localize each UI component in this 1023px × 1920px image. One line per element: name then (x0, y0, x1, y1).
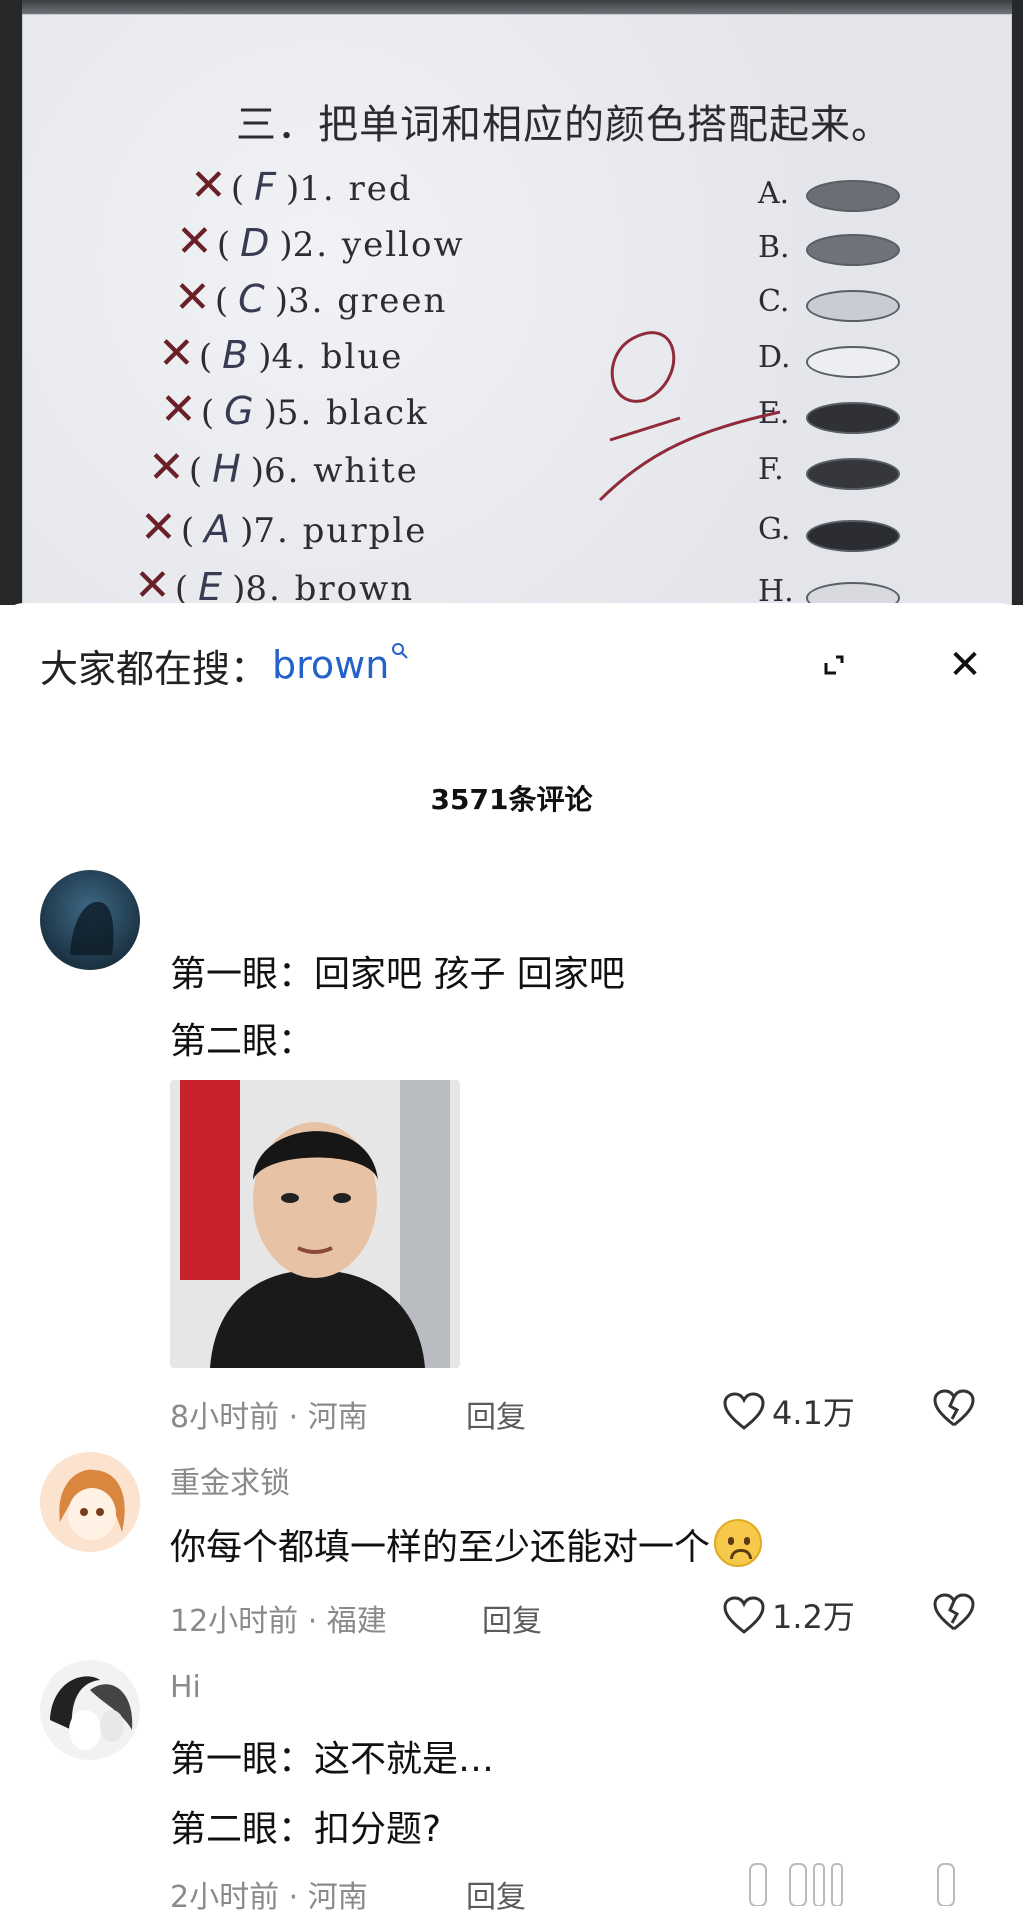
comment-text: 你每个都填一样的至少还能对一个 (170, 1518, 763, 1570)
reply-button[interactable]: 回复 (466, 1392, 526, 1436)
heart-icon (723, 1392, 765, 1430)
worksheet-item: ✕(F)1. red (190, 160, 413, 211)
expand-icon[interactable] (812, 643, 856, 687)
close-icon[interactable]: ✕ (940, 640, 990, 690)
reply-button[interactable]: 回复 (482, 1596, 542, 1640)
item-word: 8. brown (245, 569, 415, 605)
loading-bars-icon (748, 1860, 968, 1910)
like-button[interactable]: 1.2万 (722, 1592, 855, 1638)
comment-text: 第一眼：这不就是… (170, 1739, 495, 1780)
student-answer: H (212, 447, 241, 491)
avatar[interactable] (40, 870, 140, 970)
color-swatch (806, 520, 900, 552)
color-swatch (806, 180, 900, 212)
item-word: 7. purple (253, 511, 428, 551)
heart-icon (723, 1596, 765, 1634)
item-word: 5. black (276, 393, 429, 433)
worksheet-item: ✕(C)3. green (174, 272, 448, 323)
option-label: C. (758, 284, 790, 319)
comment-meta: 12小时前 · 福建 (170, 1604, 387, 1639)
comment-text: 第二眼： (170, 1021, 315, 1062)
worksheet-item: ✕(E)8. brown (134, 560, 414, 605)
color-swatch (806, 290, 900, 322)
comment-meta: 8小时前 · 河南 (170, 1400, 368, 1435)
trending-search-term[interactable]: brown (272, 643, 389, 687)
comment-meta: 2小时前 · 河南 (170, 1880, 368, 1915)
student-answer: F (254, 165, 276, 209)
item-word: 4. blue (271, 337, 404, 377)
student-answer: A (204, 507, 231, 551)
student-answer: C (238, 277, 265, 321)
score-mark (598, 331, 781, 502)
avatar[interactable] (40, 1452, 140, 1552)
username[interactable]: 重金求锁 (170, 1458, 290, 1502)
worksheet-heading: 三．把单词和相应的颜色搭配起来。 (236, 102, 892, 148)
wrong-mark-icon: ✕ (134, 560, 171, 605)
worksheet-item: ✕(A)7. purple (140, 502, 428, 553)
comment-image[interactable] (170, 1080, 460, 1368)
item-word: 1. red (299, 169, 413, 209)
trending-search[interactable]: 大家都在搜： brown (40, 640, 409, 691)
item-word: 3. green (287, 281, 448, 321)
wrong-mark-icon: ✕ (176, 216, 213, 267)
comment-text: 第一眼：回家吧 孩子 回家吧 (170, 954, 625, 995)
broken-heart-icon[interactable] (932, 1388, 976, 1432)
option-label: H. (758, 574, 794, 605)
option-label: A. (758, 176, 790, 211)
student-answer: D (240, 221, 270, 265)
color-swatch (806, 234, 900, 266)
comment-text: 第二眼：扣分题? (170, 1809, 442, 1850)
broken-heart-icon[interactable] (932, 1592, 976, 1636)
worksheet-item: ✕(G)5. black (160, 384, 429, 435)
item-word: 2. yellow (292, 225, 465, 265)
wrong-mark-icon: ✕ (174, 272, 211, 323)
username[interactable]: Hi (170, 1670, 201, 1705)
avatar[interactable] (40, 1660, 140, 1760)
search-icon[interactable] (391, 641, 409, 666)
worksheet-item: ✕(D)2. yellow (176, 216, 465, 267)
comment-count: 3571条评论 (430, 783, 593, 816)
wrong-mark-icon: ✕ (148, 442, 185, 493)
reply-button[interactable]: 回复 (466, 1872, 526, 1916)
student-answer: G (224, 389, 254, 433)
item-word: 6. white (263, 451, 419, 491)
wrong-mark-icon: ✕ (190, 160, 227, 211)
like-count: 1.2万 (772, 1598, 855, 1636)
color-swatch (806, 402, 900, 434)
color-swatch (806, 346, 900, 378)
like-count: 4.1万 (772, 1394, 855, 1432)
option-label: B. (758, 230, 790, 265)
worksheet-item: ✕(B)4. blue (158, 328, 404, 379)
student-answer: E (198, 565, 223, 605)
color-swatch (806, 458, 900, 490)
trending-search-label: 大家都在搜： (40, 646, 269, 691)
cry-emoji-icon (714, 1519, 763, 1567)
wrong-mark-icon: ✕ (160, 384, 197, 435)
worksheet-item: ✕(H)6. white (148, 442, 419, 493)
worksheet-photo: 三．把单词和相应的颜色搭配起来。 ✕(F)1. red ✕(D)2. yello… (0, 0, 1023, 605)
student-answer: B (222, 333, 249, 377)
like-button[interactable]: 4.1万 (722, 1388, 855, 1434)
wrong-mark-icon: ✕ (140, 502, 177, 553)
wrong-mark-icon: ✕ (158, 328, 195, 379)
